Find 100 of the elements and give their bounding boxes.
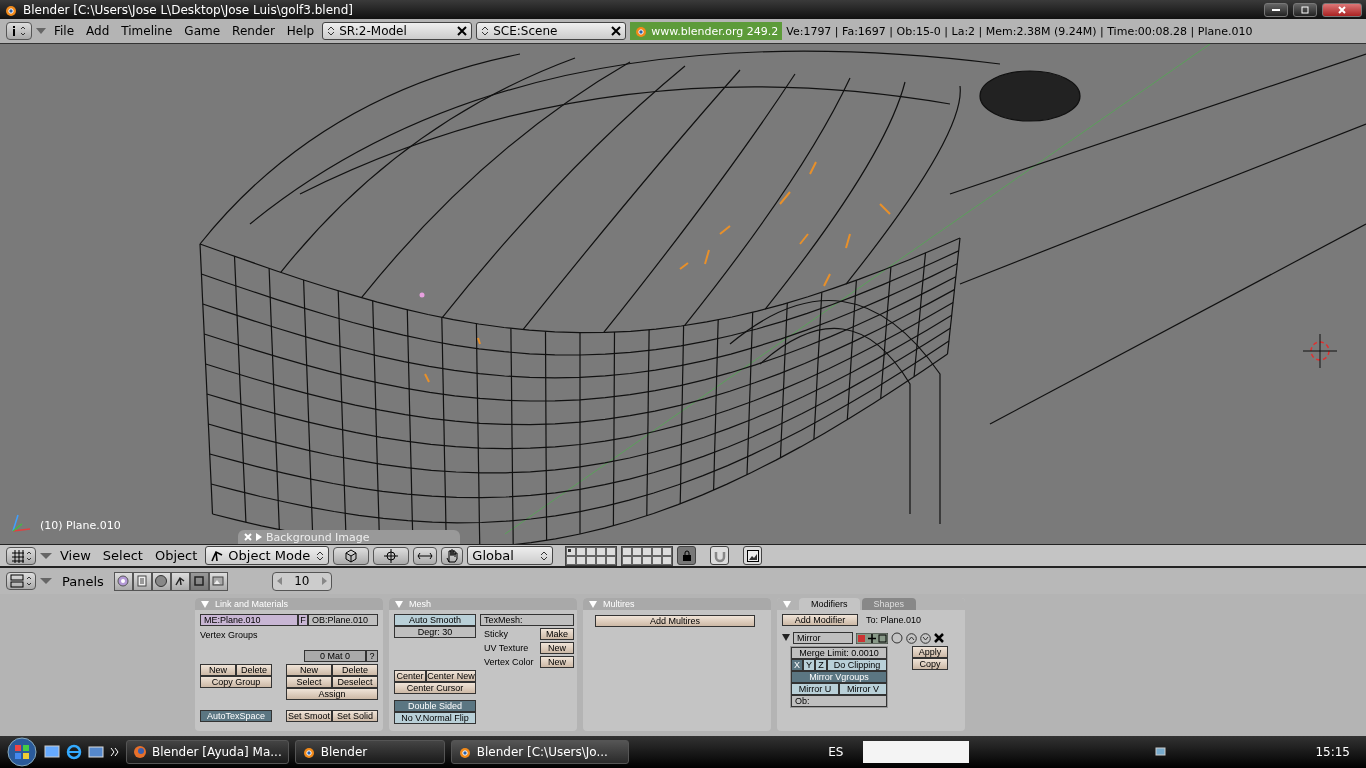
layer-toggle[interactable] bbox=[662, 555, 673, 565]
close-icon[interactable] bbox=[457, 26, 468, 36]
logic-context-button[interactable] bbox=[113, 571, 133, 591]
new-group-button[interactable]: New bbox=[200, 664, 236, 676]
switch-windows-icon[interactable] bbox=[88, 745, 104, 759]
mirror-v-toggle[interactable]: Mirror V bbox=[839, 683, 887, 695]
mesh-option-button[interactable]: New bbox=[540, 642, 574, 654]
window-type-button[interactable] bbox=[6, 546, 36, 565]
mode-selector[interactable]: Object Mode bbox=[205, 546, 330, 565]
degree-field[interactable]: Degr: 30 bbox=[394, 626, 476, 638]
menu-item[interactable]: Timeline bbox=[117, 22, 177, 40]
menu-item[interactable]: Help bbox=[282, 22, 319, 40]
object-context-button[interactable] bbox=[170, 571, 190, 591]
layer-toggle[interactable] bbox=[566, 555, 577, 565]
delete-material-button[interactable]: Delete bbox=[332, 664, 378, 676]
select-button[interactable]: Select bbox=[286, 676, 332, 688]
axis-toggle[interactable]: Z bbox=[815, 659, 827, 671]
menu-item[interactable]: Object bbox=[150, 546, 202, 565]
layer-toggle[interactable] bbox=[606, 555, 617, 565]
add-multires-button[interactable]: Add Multires bbox=[595, 615, 755, 627]
render-image-button[interactable] bbox=[743, 546, 763, 565]
show-desktop-icon[interactable] bbox=[44, 745, 60, 759]
double-sided-toggle[interactable]: Double Sided bbox=[394, 700, 476, 712]
layer-toggle[interactable] bbox=[566, 546, 577, 556]
scene-selector[interactable]: SCE:Scene bbox=[476, 22, 627, 40]
axis-toggle[interactable]: Y bbox=[803, 659, 815, 671]
no-vnormal-flip-toggle[interactable]: No V.Normal Flip bbox=[394, 712, 476, 724]
menu-item[interactable]: Game bbox=[180, 22, 225, 40]
mesh-name-field[interactable]: ME:Plane.010 bbox=[200, 614, 298, 626]
auto-smooth-toggle[interactable]: Auto Smooth bbox=[394, 614, 476, 626]
lock-button[interactable] bbox=[677, 546, 697, 565]
menu-item[interactable]: View bbox=[56, 546, 95, 565]
manipulator-button[interactable] bbox=[413, 546, 438, 565]
script-context-button[interactable] bbox=[132, 571, 152, 591]
do-clipping-toggle[interactable]: Do Clipping bbox=[827, 659, 887, 671]
draw-type-button[interactable] bbox=[333, 546, 370, 565]
hand-button[interactable] bbox=[441, 546, 464, 565]
orientation-selector[interactable]: Global bbox=[467, 546, 554, 565]
mirror-object-field[interactable]: Ob: bbox=[791, 695, 887, 707]
set-smooth-button[interactable]: Set Smoot bbox=[286, 710, 332, 722]
copy-button[interactable]: Copy bbox=[912, 658, 948, 670]
pivot-button[interactable] bbox=[373, 546, 410, 565]
menu-item[interactable]: Add bbox=[82, 22, 114, 40]
layer-toggle[interactable] bbox=[586, 546, 597, 556]
center-button[interactable]: Center bbox=[394, 670, 426, 682]
add-modifier-button[interactable]: Add Modifier bbox=[782, 614, 858, 626]
start-button[interactable] bbox=[6, 737, 38, 767]
language-indicator[interactable]: ES bbox=[828, 745, 844, 759]
taskbar-item[interactable]: Blender bbox=[294, 740, 445, 764]
scene-context-button[interactable] bbox=[208, 571, 228, 591]
modifier-name-field[interactable]: Mirror bbox=[793, 632, 853, 644]
info-window-type-button[interactable] bbox=[6, 22, 32, 40]
assign-button[interactable]: Assign bbox=[286, 688, 378, 700]
maximize-button[interactable] bbox=[1293, 2, 1317, 17]
browser-e-icon[interactable] bbox=[66, 744, 82, 760]
move-down-icon[interactable] bbox=[920, 632, 931, 644]
taskbar-item[interactable]: Blender [Ayuda] Ma... bbox=[126, 740, 289, 764]
layer-toggle[interactable] bbox=[642, 555, 653, 565]
mirror-vgroups-toggle[interactable]: Mirror Vgroups bbox=[791, 671, 887, 683]
window-type-button[interactable] bbox=[6, 572, 36, 590]
panel-tab[interactable]: Modifiers bbox=[799, 598, 860, 610]
copy-group-button[interactable]: Copy Group bbox=[200, 676, 272, 688]
expand-arrow-icon[interactable] bbox=[782, 634, 790, 642]
delete-group-button[interactable]: Delete bbox=[236, 664, 272, 676]
layer-toggle[interactable] bbox=[662, 546, 673, 556]
layer-toggle[interactable] bbox=[606, 546, 617, 556]
center-new-button[interactable]: Center New bbox=[426, 670, 476, 682]
apply-button[interactable]: Apply bbox=[912, 646, 948, 658]
texmesh-field[interactable]: TexMesh: bbox=[480, 614, 574, 626]
delete-icon[interactable] bbox=[934, 633, 944, 643]
close-button[interactable] bbox=[1322, 2, 1362, 17]
material-index-field[interactable]: 0 Mat 0 bbox=[304, 650, 366, 662]
magnet-button[interactable] bbox=[710, 546, 730, 565]
new-material-button[interactable]: New bbox=[286, 664, 332, 676]
chevron-icon[interactable] bbox=[110, 747, 120, 757]
material-help-button[interactable]: ? bbox=[366, 650, 378, 662]
layer-toggle[interactable] bbox=[632, 555, 643, 565]
minimize-button[interactable] bbox=[1264, 2, 1288, 17]
center-cursor-button[interactable]: Center Cursor bbox=[394, 682, 476, 694]
search-field[interactable] bbox=[863, 741, 970, 763]
axis-toggle[interactable]: X bbox=[791, 659, 803, 671]
layer-toggle[interactable] bbox=[596, 546, 607, 556]
collapse-menu-icon[interactable] bbox=[40, 551, 52, 560]
taskbar-item[interactable]: Blender [C:\Users\Jo... bbox=[450, 740, 629, 764]
collapse-menu-icon[interactable] bbox=[40, 577, 52, 585]
collapse-menu-icon[interactable] bbox=[36, 27, 46, 35]
mesh-option-button[interactable]: Make bbox=[540, 628, 574, 640]
autotexspace-toggle[interactable]: AutoTexSpace bbox=[200, 710, 272, 722]
mesh-option-button[interactable]: New bbox=[540, 656, 574, 668]
layer-toggle[interactable] bbox=[576, 555, 587, 565]
layer-toggle[interactable] bbox=[632, 546, 643, 556]
menu-item[interactable]: Select bbox=[98, 546, 147, 565]
layer-toggle[interactable] bbox=[622, 546, 633, 556]
layer-toggle[interactable] bbox=[576, 546, 587, 556]
close-icon[interactable] bbox=[611, 26, 622, 36]
menu-item[interactable]: File bbox=[50, 22, 79, 40]
menu-item[interactable]: Render bbox=[228, 22, 279, 40]
layer-toggle[interactable] bbox=[642, 546, 653, 556]
object-name-field[interactable]: OB:Plane.010 bbox=[308, 614, 378, 626]
layer-toggle[interactable] bbox=[622, 555, 633, 565]
